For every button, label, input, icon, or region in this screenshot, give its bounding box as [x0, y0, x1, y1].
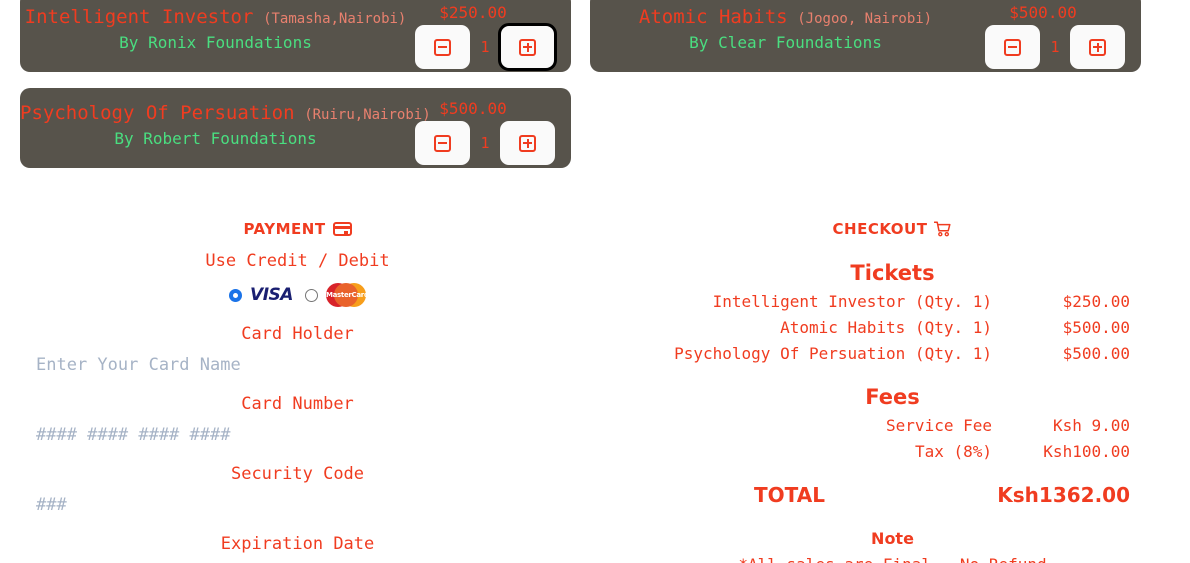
security-code-label: Security Code [230, 464, 365, 484]
mastercard-logo-icon: MasterCard [325, 283, 369, 307]
card-number-input[interactable] [0, 424, 595, 446]
plus-box-icon [1089, 38, 1106, 56]
quantity-value: 1 [480, 38, 490, 56]
payment-panel: PAYMENT Use Credit / Debit VISA MasterCa… [0, 219, 595, 563]
checkout-heading-label: CHECKOUT [832, 220, 928, 238]
card-holder-input[interactable] [0, 354, 595, 376]
total-amount: Ksh1362.00 [997, 483, 1130, 507]
minus-box-icon [434, 38, 451, 56]
note-title: Note [871, 529, 914, 548]
fees-section-title: Fees [865, 385, 920, 409]
quantity-stepper: 1 [985, 25, 1125, 69]
expiration-date-label: Expiration Date [220, 534, 375, 554]
checkout-fee-name: Service Fee [886, 416, 992, 435]
card-number-label: Card Number [241, 394, 354, 414]
payment-heading-label: PAYMENT [243, 220, 326, 238]
tickets-section-title: Tickets [850, 261, 935, 285]
checkout-fee-name: Tax (8%) [914, 442, 992, 461]
decrease-quantity-button[interactable] [415, 121, 470, 165]
ticket-title: Intelligent Investor [24, 6, 254, 28]
mastercard-radio[interactable] [304, 288, 318, 302]
shopping-cart-icon [934, 221, 952, 237]
checkout-heading: CHECKOUT [595, 219, 1190, 239]
checkout-item-name: Intelligent Investor (Qty. 1) [712, 292, 992, 311]
plus-box-icon [519, 134, 536, 152]
checkout-page: Intelligent Investor (Tamasha,Nairobi) B… [0, 0, 1190, 563]
ticket-card-row-2: Psychology Of Persuation (Ruiru,Nairobi)… [20, 88, 1170, 184]
increase-quantity-button[interactable] [500, 121, 555, 165]
minus-box-icon [1004, 38, 1021, 56]
increase-quantity-button[interactable] [498, 23, 557, 71]
checkout-fee-row: Tax (8%) Ksh100.00 [595, 442, 1190, 461]
ticket-price: $250.00 [439, 3, 507, 22]
ticket-venue: (Tamasha,Nairobi) [263, 11, 407, 27]
checkout-item-name: Psychology Of Persuation (Qty. 1) [674, 344, 992, 363]
increase-quantity-button[interactable] [1070, 25, 1125, 69]
ticket-title: Psychology Of Persuation [20, 102, 295, 124]
quantity-stepper: 1 [415, 121, 555, 165]
ticket-title: Atomic Habits [638, 6, 788, 28]
decrease-quantity-button[interactable] [415, 25, 470, 69]
plus-box-icon [519, 38, 536, 56]
payment-heading: PAYMENT [0, 219, 595, 239]
quantity-value: 1 [480, 134, 490, 152]
checkout-fee-amount: Ksh100.00 [1043, 442, 1130, 461]
lower-section: PAYMENT Use Credit / Debit VISA MasterCa… [0, 219, 1190, 563]
checkout-item-amount: $500.00 [1062, 318, 1130, 337]
ticket-venue: (Jogoo, Nairobi) [797, 11, 933, 27]
checkout-item-amount: $250.00 [1062, 292, 1130, 311]
minus-box-icon [434, 134, 451, 152]
ticket-card: Intelligent Investor (Tamasha,Nairobi) B… [20, 0, 571, 72]
ticket-price: $500.00 [439, 99, 507, 118]
checkout-ticket-row: Atomic Habits (Qty. 1) $500.00 [595, 318, 1190, 337]
card-holder-label: Card Holder [241, 324, 354, 344]
checkout-item-amount: $500.00 [1062, 344, 1130, 363]
quantity-stepper: 1 [415, 23, 557, 71]
note-text: *All sales are Final - No Refund [595, 555, 1190, 563]
ticket-venue: (Ruiru,Nairobi) [304, 107, 431, 123]
ticket-cards-area: Intelligent Investor (Tamasha,Nairobi) B… [20, 0, 1170, 184]
ticket-card: Atomic Habits (Jogoo, Nairobi) By Clear … [590, 0, 1141, 72]
checkout-ticket-row: Psychology Of Persuation (Qty. 1) $500.0… [595, 344, 1190, 363]
ticket-price: $500.00 [1009, 3, 1077, 22]
credit-card-icon [332, 222, 352, 236]
ticket-card-row-1: Intelligent Investor (Tamasha,Nairobi) B… [20, 0, 1170, 88]
payment-method-options: VISA MasterCard [0, 283, 595, 307]
checkout-total-row: TOTAL Ksh1362.00 [595, 483, 1190, 507]
quantity-value: 1 [1050, 38, 1060, 56]
total-label: TOTAL [754, 483, 825, 507]
checkout-fee-row: Service Fee Ksh 9.00 [595, 416, 1190, 435]
security-code-input[interactable] [0, 494, 595, 516]
checkout-ticket-row: Intelligent Investor (Qty. 1) $250.00 [595, 292, 1190, 311]
mastercard-wordmark: MasterCard [325, 291, 369, 299]
decrease-quantity-button[interactable] [985, 25, 1040, 69]
visa-logo-icon: VISA [250, 285, 293, 305]
checkout-fee-amount: Ksh 9.00 [1052, 416, 1130, 435]
payment-subheading: Use Credit / Debit [205, 251, 390, 271]
visa-radio[interactable] [229, 288, 243, 302]
ticket-card: Psychology Of Persuation (Ruiru,Nairobi)… [20, 88, 571, 168]
checkout-item-name: Atomic Habits (Qty. 1) [780, 318, 992, 337]
checkout-panel: CHECKOUT Tickets Intelligent Investor (Q… [595, 219, 1190, 563]
